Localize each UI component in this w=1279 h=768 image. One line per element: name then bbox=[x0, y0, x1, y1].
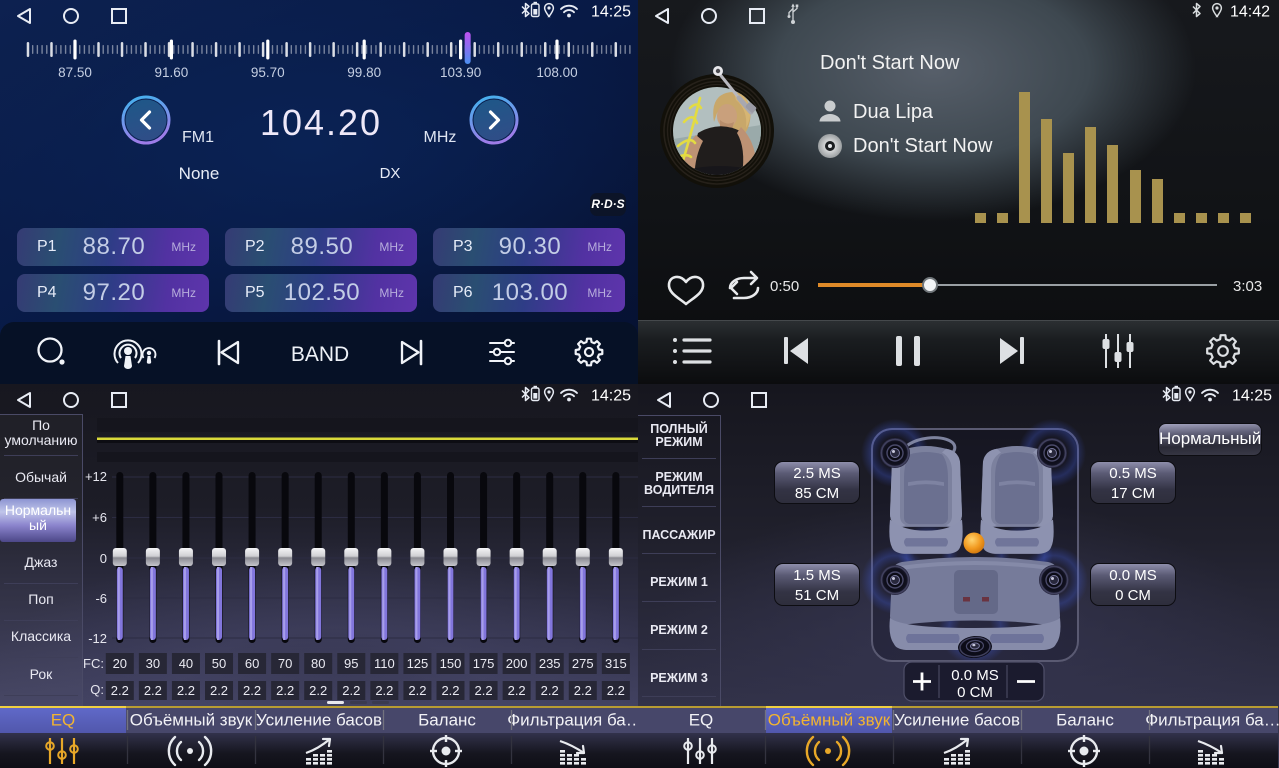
svg-text:150: 150 bbox=[440, 656, 462, 671]
svg-text:+6: +6 bbox=[92, 510, 107, 525]
svg-text:108.00: 108.00 bbox=[536, 65, 577, 80]
svg-text:EQ: EQ bbox=[51, 711, 76, 730]
svg-text:FC:: FC: bbox=[83, 656, 104, 671]
svg-text:2.2: 2.2 bbox=[309, 683, 327, 698]
svg-text:Объёмный звук: Объёмный звук bbox=[130, 711, 253, 730]
svg-text:87.50: 87.50 bbox=[58, 65, 92, 80]
svg-text:0 CM: 0 CM bbox=[957, 684, 993, 701]
svg-text:60: 60 bbox=[245, 656, 259, 671]
svg-text:2.2: 2.2 bbox=[276, 683, 294, 698]
svg-text:235: 235 bbox=[539, 656, 561, 671]
svg-text:0: 0 bbox=[100, 551, 107, 566]
svg-text:14:42: 14:42 bbox=[1230, 4, 1270, 21]
svg-text:14:25: 14:25 bbox=[1232, 388, 1272, 405]
svg-text:275: 275 bbox=[572, 656, 594, 671]
svg-text:50: 50 bbox=[212, 656, 226, 671]
svg-text:2.2: 2.2 bbox=[574, 683, 592, 698]
svg-text:99.80: 99.80 bbox=[347, 65, 381, 80]
svg-text:125: 125 bbox=[407, 656, 429, 671]
svg-text:2.2: 2.2 bbox=[342, 683, 360, 698]
svg-text:30: 30 bbox=[146, 656, 160, 671]
svg-text:2.2: 2.2 bbox=[111, 683, 129, 698]
svg-text:0.0 MS: 0.0 MS bbox=[951, 667, 999, 684]
svg-text:91.60: 91.60 bbox=[155, 65, 189, 80]
svg-text:Фильтрация ба…: Фильтрация ба… bbox=[507, 711, 638, 730]
svg-text:175: 175 bbox=[473, 656, 495, 671]
svg-text:40: 40 bbox=[179, 656, 193, 671]
svg-text:70: 70 bbox=[278, 656, 292, 671]
svg-text:2.2: 2.2 bbox=[243, 683, 261, 698]
svg-text:80: 80 bbox=[311, 656, 325, 671]
svg-text:95.70: 95.70 bbox=[251, 65, 285, 80]
svg-text:2.2: 2.2 bbox=[475, 683, 493, 698]
svg-text:2.2: 2.2 bbox=[541, 683, 559, 698]
svg-text:2.2: 2.2 bbox=[607, 683, 625, 698]
svg-text:Q:: Q: bbox=[90, 682, 104, 697]
svg-text:14:25: 14:25 bbox=[591, 388, 631, 405]
svg-text:2.2: 2.2 bbox=[441, 683, 459, 698]
svg-text:2.2: 2.2 bbox=[375, 683, 393, 698]
svg-text:2.2: 2.2 bbox=[408, 683, 426, 698]
svg-text:200: 200 bbox=[506, 656, 528, 671]
svg-text:95: 95 bbox=[344, 656, 358, 671]
svg-text:Объёмный звук: Объёмный звук bbox=[768, 711, 891, 730]
svg-text:14:25: 14:25 bbox=[591, 4, 631, 21]
svg-text:2.2: 2.2 bbox=[144, 683, 162, 698]
svg-text:Фильтрация ба…: Фильтрация ба… bbox=[1145, 711, 1279, 730]
svg-text:2.2: 2.2 bbox=[177, 683, 195, 698]
svg-text:Усиление басов: Усиление басов bbox=[894, 711, 1020, 730]
svg-text:Усиление басов: Усиление басов bbox=[256, 711, 382, 730]
svg-text:EQ: EQ bbox=[689, 711, 714, 730]
svg-text:-6: -6 bbox=[95, 591, 107, 606]
svg-text:20: 20 bbox=[113, 656, 127, 671]
svg-text:315: 315 bbox=[605, 656, 627, 671]
svg-text:Баланс: Баланс bbox=[1056, 711, 1114, 730]
svg-text:2.2: 2.2 bbox=[210, 683, 228, 698]
svg-text:103.90: 103.90 bbox=[440, 65, 481, 80]
svg-text:110: 110 bbox=[374, 656, 395, 671]
svg-text:+12: +12 bbox=[85, 469, 107, 484]
svg-text:-12: -12 bbox=[88, 631, 107, 646]
svg-text:Баланс: Баланс bbox=[418, 711, 476, 730]
svg-text:2.2: 2.2 bbox=[508, 683, 526, 698]
